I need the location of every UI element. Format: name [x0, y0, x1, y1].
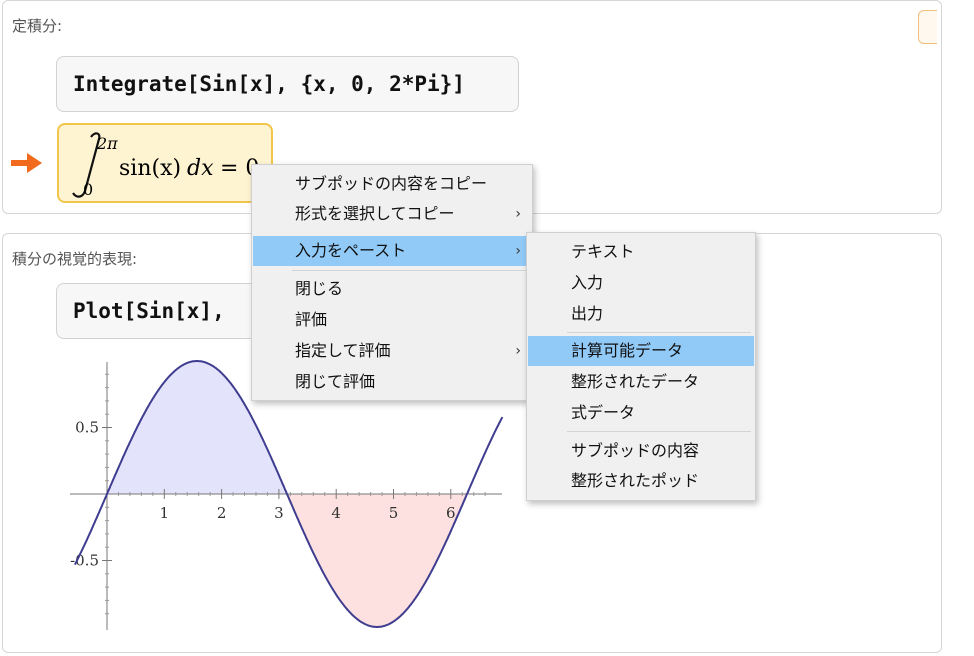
menu-separator [292, 270, 528, 271]
submenu-item-expression-data[interactable]: 式データ [528, 398, 754, 428]
submenu-arrow-icon: › [515, 206, 521, 222]
menu-item-copy-subpod[interactable]: サブポッドの内容をコピー [253, 169, 531, 199]
y-tick-label: -0.5 [70, 552, 99, 570]
menu-separator [567, 332, 751, 333]
menu-separator [567, 431, 751, 432]
menu-item-close[interactable]: 閉じる [253, 274, 531, 304]
submenu-item-computable-data[interactable]: 計算可能データ [528, 336, 754, 366]
submenu-item-subpod-content[interactable]: サブポッドの内容 [528, 436, 754, 466]
y-tick-label: 0.5 [75, 419, 99, 437]
submenu-item-formatted-data[interactable]: 整形されたデータ [528, 367, 754, 397]
submenu-item-output[interactable]: 出力 [528, 299, 754, 329]
submenu-item-text[interactable]: テキスト [528, 237, 754, 267]
submenu-arrow-icon: › [515, 243, 521, 259]
x-tick-label: 4 [331, 504, 341, 522]
x-tick-label: 5 [389, 504, 399, 522]
x-tick-label: 2 [217, 504, 227, 522]
submenu-item-input[interactable]: 入力 [528, 268, 754, 298]
menu-item-copy-as[interactable]: 形式を選択してコピー › [253, 199, 531, 229]
paste-submenu: テキスト 入力 出力 計算可能データ 整形されたデータ 式データ サブポッドの内… [526, 232, 756, 501]
negative-area-fill [287, 494, 468, 627]
x-tick-label: 3 [274, 504, 284, 522]
x-tick-label: 6 [446, 504, 456, 522]
submenu-item-formatted-pod[interactable]: 整形されたポッド [528, 466, 754, 496]
right-gutter [942, 0, 974, 656]
menu-item-close-and-evaluate[interactable]: 閉じて評価 [253, 367, 531, 397]
menu-item-evaluate-with[interactable]: 指定して評価 › [253, 336, 531, 366]
submenu-arrow-icon: › [515, 343, 521, 359]
menu-item-paste-input[interactable]: 入力をペースト › [253, 236, 531, 266]
context-menu: サブポッドの内容をコピー 形式を選択してコピー › 入力をペースト › 閉じる 評価… [251, 164, 533, 401]
x-tick-label: 1 [160, 504, 170, 522]
menu-item-evaluate[interactable]: 評価 [253, 305, 531, 335]
